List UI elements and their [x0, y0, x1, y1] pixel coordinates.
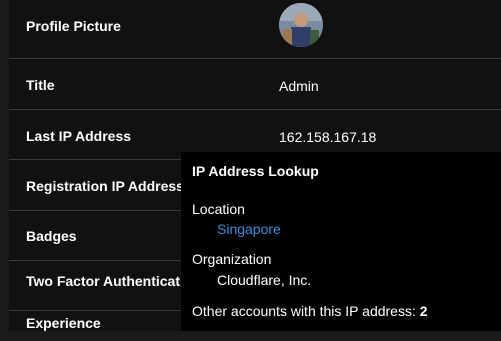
- organization-label: Organization: [192, 251, 272, 267]
- badges-label: Badges: [26, 228, 77, 244]
- other-accounts-count[interactable]: 2: [420, 303, 428, 319]
- two-factor-label: Two Factor Authentication: [26, 273, 198, 289]
- location-link[interactable]: Singapore: [217, 221, 281, 237]
- row-title: Title Admin: [9, 59, 501, 110]
- last-ip-label: Last IP Address: [26, 128, 132, 144]
- last-ip-value[interactable]: 162.158.167.18: [279, 129, 376, 145]
- ip-lookup-title: IP Address Lookup: [192, 163, 319, 179]
- other-accounts-text: Other accounts with this IP address: 2: [192, 303, 428, 319]
- location-label: Location: [192, 201, 245, 217]
- avatar[interactable]: [279, 3, 323, 47]
- ip-lookup-popup: IP Address Lookup Location Singapore Org…: [181, 152, 501, 331]
- other-accounts-label: Other accounts with this IP address:: [192, 303, 416, 319]
- title-label: Title: [26, 77, 55, 93]
- profile-picture-label: Profile Picture: [26, 18, 121, 34]
- row-profile-picture: Profile Picture: [9, 0, 501, 59]
- organization-value: Cloudflare, Inc.: [217, 272, 312, 288]
- avatar-image: [279, 3, 323, 47]
- experience-label: Experience: [26, 315, 101, 331]
- title-value: Admin: [279, 78, 319, 94]
- registration-ip-label: Registration IP Address: [26, 178, 184, 194]
